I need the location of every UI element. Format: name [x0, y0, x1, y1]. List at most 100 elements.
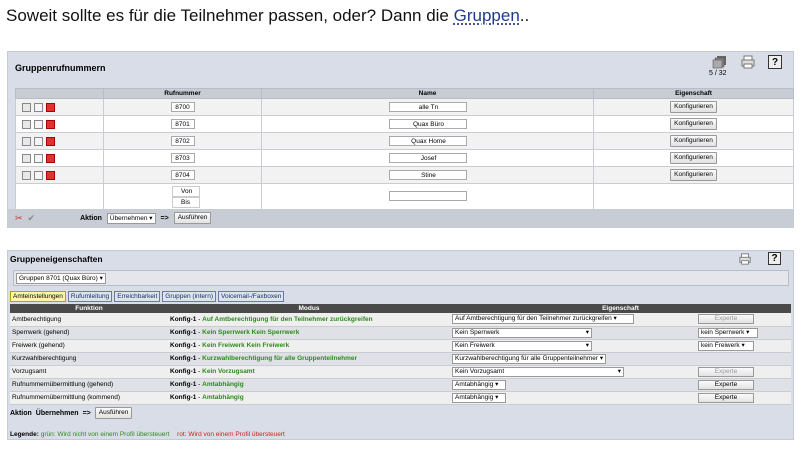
konfigurieren-button[interactable]: Konfigurieren	[670, 152, 717, 164]
col-eigenschaft: Eigenschaft	[450, 304, 791, 313]
konfig-label: Konfig-1	[170, 381, 197, 388]
select-value: Amtabhängig	[455, 393, 494, 401]
experte-button[interactable]: Experte	[698, 366, 754, 377]
name-field[interactable]: Stine	[388, 170, 467, 180]
table-row: 8702 Quax Home Konfigurieren	[15, 132, 794, 150]
table-row: Amtberechtigung Konfig-1 - Auf Amtberech…	[10, 313, 791, 327]
help-icon[interactable]: ?	[768, 252, 781, 265]
select-value: Kein Freiwerk	[455, 341, 495, 349]
save-icon[interactable]	[34, 170, 43, 180]
check-icon[interactable]: ✔	[28, 213, 36, 224]
arrow-label: =>	[82, 409, 91, 417]
panel-title: Gruppenrufnummern	[15, 63, 106, 73]
eigenschaft-select[interactable]: Auf Amtberechtigung für den Teilnehmer z…	[452, 314, 634, 325]
group-select[interactable]: Gruppen 8701 (Quax Büro) ▾	[16, 273, 106, 284]
konfigurieren-button[interactable]: Konfigurieren	[670, 101, 717, 113]
delete-icon[interactable]	[46, 136, 55, 146]
name-field[interactable]: alle Tn	[388, 102, 467, 112]
copy-stack-icon[interactable]	[712, 55, 728, 69]
extra-select[interactable]: kein Freiwerk ▾	[698, 340, 754, 351]
name-field[interactable]: Josef	[388, 153, 467, 163]
eigenschaft-select[interactable]: Kein Vorzugsamt ▾	[452, 366, 624, 377]
table-row: Kurzwahlberechtigung Konfig-1 - Kurzwahl…	[10, 352, 791, 366]
page-heading: Soweit sollte es für die Teilnehmer pass…	[6, 6, 529, 26]
modus-label: Kein Vorzugsamt	[202, 368, 255, 375]
konfigurieren-button[interactable]: Konfigurieren	[670, 118, 717, 130]
funktion-cell: Sperrwerk (gehend)	[10, 326, 168, 340]
gruppenrufnummern-panel: Gruppenrufnummern 5 / 32 ? Rufnummer Nam…	[7, 51, 794, 228]
name-field[interactable]: Quax Büro	[388, 119, 467, 129]
konfig-label: Konfig-1	[170, 355, 197, 362]
number-field[interactable]: 8700	[170, 102, 195, 112]
experte-button[interactable]: Experte	[698, 379, 754, 390]
number-field[interactable]: 8701	[170, 119, 195, 129]
von-field[interactable]: Von	[172, 185, 200, 197]
checkbox-icon[interactable]	[22, 102, 31, 112]
tab-amteinstellungen[interactable]: Amteinstellungen	[10, 291, 66, 302]
modus-label: Amtabhängig	[202, 394, 244, 401]
select-value: Kurzwahlberechtigung für alle Gruppentei…	[455, 354, 599, 362]
print-icon[interactable]	[739, 253, 751, 265]
eigenschaft-select[interactable]: Amtabhängig ▾	[452, 392, 506, 403]
heading-text: Soweit sollte es für die Teilnehmer pass…	[6, 6, 454, 25]
save-icon[interactable]	[34, 153, 43, 163]
save-icon[interactable]	[34, 102, 43, 112]
extra-select[interactable]: kein Sperrwerk ▾	[698, 327, 758, 338]
select-value: Kein Sperrwerk	[455, 328, 500, 336]
checkbox-icon[interactable]	[22, 153, 31, 163]
number-field[interactable]: 8702	[170, 136, 195, 146]
extra-select-value: kein Freiwerk	[701, 341, 740, 349]
modus-label: Auf Amtberechtigung für den Teilnehmer z…	[202, 315, 373, 323]
table-row: Rufnummernübermittlung (kommend) Konfig-…	[10, 391, 791, 405]
name-field[interactable]: Quax Home	[388, 136, 467, 146]
delete-icon[interactable]	[46, 153, 55, 163]
experte-button[interactable]: Experte	[698, 314, 754, 325]
tab-bar: Amteinstellungen Rufumleitung Erreichbar…	[10, 291, 285, 302]
delete-icon[interactable]	[46, 170, 55, 180]
number-field[interactable]: 8703	[170, 153, 195, 163]
action-label: Aktion	[10, 409, 32, 417]
konfig-label: Konfig-1	[170, 329, 197, 336]
action-select[interactable]: Übernehmen ▾	[106, 212, 156, 224]
col-name: Name	[261, 88, 594, 99]
panel-title: Gruppeneigenschaften	[10, 254, 103, 264]
eigenschaft-select[interactable]: Kein Freiwerk ▾	[452, 340, 592, 351]
eigenschaft-select[interactable]: Amtabhängig ▾	[452, 379, 506, 390]
checkbox-icon[interactable]	[22, 136, 31, 146]
delete-icon[interactable]	[46, 102, 55, 112]
eigenschaft-select[interactable]: Kein Sperrwerk ▾	[452, 327, 592, 338]
experte-button[interactable]: Experte	[698, 392, 754, 403]
bis-field[interactable]: Bis	[172, 196, 200, 208]
number-field[interactable]: 8704	[170, 170, 195, 180]
ausfuehren-button[interactable]: Ausführen	[173, 212, 212, 224]
col-modus: Modus	[168, 304, 450, 313]
tab-rufumleitung[interactable]: Rufumleitung	[67, 291, 113, 302]
save-icon[interactable]	[34, 119, 43, 129]
konfigurieren-button[interactable]: Konfigurieren	[670, 169, 717, 181]
konfigurieren-button[interactable]: Konfigurieren	[670, 135, 717, 147]
table-row: Vorzugsamt Konfig-1 - Kein Vorzugsamt Ke…	[10, 365, 791, 379]
ausfuehren-button[interactable]: Ausführen	[94, 407, 133, 419]
eigenschaft-select[interactable]: Kurzwahlberechtigung für alle Gruppentei…	[452, 353, 607, 364]
action-bar: ✂ ✔ Aktion Übernehmen ▾ => Ausführen	[8, 209, 793, 227]
action-select-value[interactable]: Übernehmen	[36, 410, 79, 417]
tab-voicemail-faxboxen[interactable]: Voicemail-/Faxboxen	[218, 291, 285, 302]
table-row: Sperrwerk (gehend) Konfig-1 - Kein Sperr…	[10, 326, 791, 340]
checkbox-icon[interactable]	[22, 170, 31, 180]
extra-select-value: kein Sperrwerk	[701, 328, 745, 336]
col-eigenschaft: Eigenschaft	[593, 88, 794, 99]
add-icon[interactable]: ✂	[15, 213, 23, 224]
konfig-label: Konfig-1	[170, 368, 197, 375]
eigenschaften-table: Funktion Modus Eigenschaft Amtberechtigu…	[10, 304, 791, 405]
delete-icon[interactable]	[46, 119, 55, 129]
range-row: Von Bis	[15, 183, 794, 210]
tab-erreichbarkeit[interactable]: Erreichbarkeit	[114, 291, 161, 302]
help-icon[interactable]: ?	[768, 55, 782, 69]
save-icon[interactable]	[34, 136, 43, 146]
konfig-label: Konfig-1	[170, 315, 197, 323]
checkbox-icon[interactable]	[22, 119, 31, 129]
new-name-field[interactable]	[388, 190, 467, 201]
print-icon[interactable]	[741, 55, 755, 69]
tab-gruppen-intern[interactable]: Gruppen (intern)	[162, 291, 216, 302]
gruppen-link[interactable]: Gruppen	[454, 6, 520, 25]
